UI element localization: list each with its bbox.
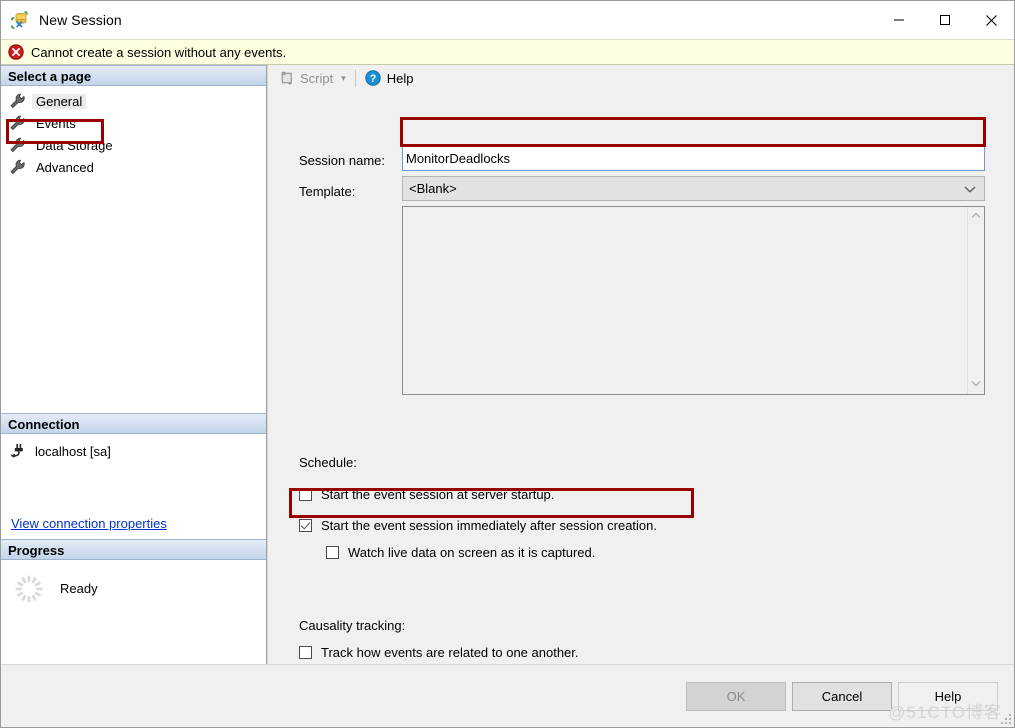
view-connection-properties-link[interactable]: View connection properties (1, 516, 167, 531)
checkbox-box[interactable] (299, 646, 312, 659)
general-page-form: Session name: MonitorDeadlocks Template:… (268, 91, 1014, 664)
ok-button[interactable]: OK (686, 682, 786, 711)
sidebar-item-label: Advanced (32, 160, 98, 175)
help-question-icon: ? (365, 70, 381, 86)
cancel-button[interactable]: Cancel (792, 682, 892, 711)
server-connection-icon (10, 443, 27, 459)
error-message-text: Cannot create a session without any even… (31, 45, 286, 60)
sidebar-item-events[interactable]: Events (1, 112, 266, 134)
causality-tracking-label: Causality tracking: (299, 618, 405, 633)
dialog-footer: OK Cancel Help (1, 664, 1014, 727)
connection-header: Connection (1, 413, 266, 434)
checkbox-box[interactable] (299, 519, 312, 532)
right-panel: Script ▾ ? Help Session name: (267, 65, 1014, 664)
window-controls (876, 1, 1014, 39)
checkbox-box[interactable] (326, 546, 339, 559)
checkbox-label: Start the event session at server startu… (321, 487, 554, 502)
page-list: General Events D (1, 86, 266, 178)
sidebar-item-label: Events (32, 116, 80, 131)
window-title: New Session (39, 12, 122, 28)
template-dropdown[interactable]: <Blank> (402, 176, 985, 201)
toolbar: Script ▾ ? Help (268, 65, 1014, 91)
session-name-input[interactable]: MonitorDeadlocks (402, 145, 985, 171)
connection-gap (1, 462, 266, 516)
error-message-bar: Cannot create a session without any even… (1, 39, 1014, 65)
progress-body: Ready (1, 560, 266, 664)
checkbox-label: Start the event session immediately afte… (321, 518, 657, 533)
chevron-down-icon (964, 181, 976, 196)
checkbox-label: Track how events are related to one anot… (321, 645, 579, 660)
maximize-button[interactable] (922, 1, 968, 39)
close-button[interactable] (968, 1, 1014, 39)
minimize-button[interactable] (876, 1, 922, 39)
checkbox-box[interactable] (299, 488, 312, 501)
wrench-icon (9, 137, 26, 153)
new-session-dialog: New Session Cannot create a session with… (0, 0, 1015, 728)
script-icon (279, 70, 295, 86)
checkbox-label: Watch live data on screen as it is captu… (348, 545, 595, 560)
left-panel: Select a page General (1, 65, 267, 664)
schedule-label: Schedule: (299, 455, 357, 470)
toolbar-separator (355, 70, 356, 87)
sidebar-item-general[interactable]: General (1, 90, 266, 112)
session-name-label: Session name: (299, 153, 385, 168)
checkbox-watch-live-data[interactable]: Watch live data on screen as it is captu… (326, 545, 595, 560)
help-label: Help (387, 71, 414, 86)
connection-server-name: localhost [sa] (35, 444, 111, 459)
new-session-icon (10, 10, 30, 30)
connection-body: localhost [sa] View connection propertie… (1, 434, 266, 539)
title-bar: New Session (1, 1, 1014, 39)
sidebar-item-data-storage[interactable]: Data Storage (1, 134, 266, 156)
error-circle-icon (8, 44, 24, 60)
sidebar-item-advanced[interactable]: Advanced (1, 156, 266, 178)
spinner-icon (14, 574, 44, 604)
checkbox-start-at-server-startup[interactable]: Start the event session at server startu… (299, 487, 554, 502)
script-label: Script (300, 71, 333, 86)
description-scrollbar[interactable] (967, 207, 984, 394)
sidebar-item-label: Data Storage (32, 138, 117, 153)
wrench-icon (9, 159, 26, 175)
connection-server-row: localhost [sa] (1, 440, 266, 462)
progress-status-text: Ready (60, 574, 98, 604)
help-button-footer[interactable]: Help (898, 682, 998, 711)
wrench-icon (9, 115, 26, 131)
svg-text:?: ? (369, 73, 376, 85)
help-button[interactable]: ? Help (362, 67, 417, 89)
template-description-box[interactable] (402, 206, 985, 395)
template-selected-value: <Blank> (409, 181, 457, 196)
scroll-down-icon[interactable] (971, 379, 981, 390)
resize-grip[interactable] (999, 712, 1011, 724)
wrench-icon (9, 93, 26, 109)
checkbox-track-events-related[interactable]: Track how events are related to one anot… (299, 645, 579, 660)
checkbox-start-immediately[interactable]: Start the event session immediately afte… (299, 518, 657, 533)
template-label: Template: (299, 184, 355, 199)
dialog-body: Select a page General (1, 65, 1014, 664)
select-a-page-header: Select a page (1, 65, 266, 86)
progress-header: Progress (1, 539, 266, 560)
script-button[interactable]: Script ▾ (276, 67, 355, 89)
left-panel-spacer (1, 178, 266, 413)
scroll-up-icon[interactable] (971, 211, 981, 222)
connection-bottom-gap (1, 531, 266, 539)
chevron-down-icon[interactable]: ▾ (341, 73, 346, 84)
sidebar-item-label: General (32, 94, 86, 109)
